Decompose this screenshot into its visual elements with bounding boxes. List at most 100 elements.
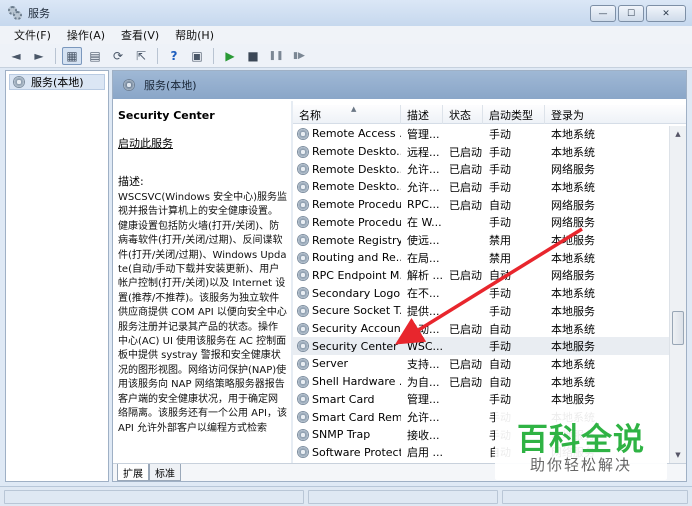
vertical-scrollbar[interactable]: ▲ ▼: [669, 126, 686, 463]
column-header-name[interactable]: 名称 ▲: [293, 105, 401, 124]
service-name-cell: Remote Registry: [297, 231, 401, 249]
table-row[interactable]: Secondary Logon 在不... 手动 本地系统: [293, 284, 686, 302]
table-row[interactable]: Remote Procedu... RPC... 已启动自动 网络服务: [293, 196, 686, 214]
tree-item-services-local[interactable]: 服务(本地): [9, 74, 105, 90]
service-description-cell: WSC...: [407, 339, 443, 353]
service-description-cell: 管理...: [407, 393, 440, 407]
table-row[interactable]: Remote Procedu... 在 W... 手动 网络服务: [293, 214, 686, 232]
minimize-button[interactable]: —: [590, 5, 616, 22]
description-text: WSCSVC(Windows 安全中心)服务监视并报告计算机上的安全健康设置。健…: [118, 192, 288, 434]
service-startup-type-cell: 手动: [489, 163, 511, 177]
tree-item-label: 服务(本地): [31, 76, 84, 89]
service-startup-type-cell: 自动: [489, 322, 511, 336]
menu-file[interactable]: 文件(F): [6, 27, 59, 43]
watermark-subtitle: 助你轻松解决: [529, 456, 632, 474]
column-header-description[interactable]: 描述: [401, 105, 443, 124]
service-logon-cell: 本地系统: [551, 127, 595, 141]
table-row[interactable]: Remote Access ... 管理... 手动 本地系统: [293, 125, 686, 143]
service-status-cell: [449, 391, 483, 409]
table-row[interactable]: Security Center WSC... 手动 本地服务: [293, 337, 686, 356]
service-name-cell: Security Center: [297, 337, 401, 355]
service-logon-cell: 本地系统: [551, 251, 595, 265]
table-row[interactable]: Remote Deskto... 允许... 已启动 手动 本地系统: [293, 178, 686, 196]
service-gear-icon: [297, 304, 309, 317]
service-name: Security Center: [312, 339, 398, 353]
console-tree: 服务(本地): [5, 70, 109, 482]
service-gear-icon: [297, 145, 309, 158]
service-name-cell: Remote Deskto...: [297, 143, 401, 161]
table-row[interactable]: Remote Registry 使远... 禁用 本地服务: [293, 231, 686, 249]
back-icon[interactable]: ◄: [6, 47, 26, 65]
service-status-cell: [449, 249, 483, 267]
service-status-cell: 已启动: [449, 180, 482, 194]
menu-view[interactable]: 查看(V): [113, 27, 167, 43]
start-service-link[interactable]: 启动此服务: [118, 135, 287, 151]
show-action-pane-icon[interactable]: ▣: [187, 47, 207, 65]
table-row[interactable]: Shell Hardware ... 为自... 已启动 自动 本地系统: [293, 373, 686, 391]
service-gear-icon: [297, 393, 309, 406]
tab-extended[interactable]: 扩展: [117, 464, 149, 481]
service-name: Server: [312, 357, 349, 371]
pane-header-title: 服务(本地): [144, 79, 197, 92]
tab-standard[interactable]: 标准: [149, 464, 181, 481]
menu-help[interactable]: 帮助(H): [167, 27, 222, 43]
properties-icon[interactable]: ▤: [85, 47, 105, 65]
show-console-tree-icon[interactable]: ▦: [62, 46, 82, 65]
service-status-cell: 已启动: [449, 163, 482, 177]
help-icon[interactable]: ?: [164, 47, 184, 65]
service-name: Remote Registry: [312, 233, 401, 247]
restart-service-icon[interactable]: ▮▶: [289, 47, 309, 65]
pause-service-icon[interactable]: ❚❚: [266, 47, 286, 65]
table-header: 名称 ▲ 描述 状态 启动类型 登录为: [293, 105, 686, 124]
service-startup-type-cell: 自动: [489, 375, 511, 389]
service-description-cell: 支持...: [407, 357, 440, 371]
scrollbar-thumb[interactable]: [672, 311, 684, 345]
sort-ascending-icon: ▲: [351, 105, 357, 113]
service-description-cell: 启用 ...: [407, 446, 443, 460]
column-header-log-on-as[interactable]: 登录为: [545, 105, 686, 124]
toolbar: ◄ ► ▦ ▤ ⟳ ⇱ ? ▣ ▶ ■ ❚❚ ▮▶: [0, 44, 692, 68]
service-name: SNMP Trap: [312, 428, 371, 442]
service-name: Shell Hardware ...: [312, 375, 401, 389]
service-name-cell: Routing and Re...: [297, 249, 401, 267]
service-status-cell: [449, 337, 483, 355]
stop-service-icon[interactable]: ■: [243, 47, 263, 65]
service-description-cell: 使远...: [407, 234, 440, 248]
service-gear-icon: [297, 269, 309, 282]
table-row[interactable]: Remote Deskto... 远程... 已启动 手动 本地系统: [293, 143, 686, 161]
column-header-status[interactable]: 状态: [443, 105, 483, 124]
service-gear-icon: [297, 234, 309, 247]
refresh-icon[interactable]: ⟳: [108, 47, 128, 65]
table-row[interactable]: RPC Endpoint M... 解析 ... 已启动 自动 网络服务: [293, 267, 686, 285]
service-logon-cell: 本地服务: [551, 304, 595, 318]
service-logon-cell: 网络服务: [551, 216, 595, 230]
export-list-icon[interactable]: ⇱: [131, 47, 151, 65]
service-gear-icon: [297, 322, 309, 335]
scroll-up-icon[interactable]: ▲: [670, 126, 686, 142]
forward-icon[interactable]: ►: [29, 47, 49, 65]
service-description-cell: RPC...: [407, 198, 440, 212]
maximize-button[interactable]: ☐: [618, 5, 644, 22]
start-service-icon[interactable]: ▶: [220, 47, 240, 65]
table-row[interactable]: Security Account... 启动... 已启动自动 本地系统: [293, 320, 686, 338]
service-name-cell: Secondary Logon: [297, 284, 401, 302]
service-name: Security Account...: [312, 322, 401, 336]
service-name-cell: RPC Endpoint M...: [297, 267, 401, 285]
service-gear-icon: [297, 446, 309, 459]
column-header-startup-type[interactable]: 启动类型: [483, 105, 545, 124]
table-row[interactable]: Secure Socket T... 提供... 手动 本地服务: [293, 302, 686, 320]
service-startup-type-cell: 禁用: [489, 251, 511, 265]
service-name: Remote Procedu...: [312, 215, 401, 229]
service-name-cell: Remote Deskto...: [297, 178, 401, 196]
menu-action[interactable]: 操作(A): [59, 27, 113, 43]
service-gear-icon: [297, 411, 309, 424]
toolbar-divider: [157, 47, 158, 64]
table-row[interactable]: Routing and Re... 在局... 禁用 本地系统: [293, 249, 686, 267]
service-startup-type-cell: 手动: [489, 340, 511, 354]
service-status-cell: [449, 444, 483, 462]
scroll-down-icon[interactable]: ▼: [670, 447, 686, 463]
table-row[interactable]: Remote Deskto... 允许... 已启动 手动 网络服务: [293, 160, 686, 178]
status-bar: [0, 486, 692, 506]
close-button[interactable]: ✕: [646, 5, 686, 22]
table-row[interactable]: Server 支持... 已启动 自动 本地系统: [293, 355, 686, 373]
